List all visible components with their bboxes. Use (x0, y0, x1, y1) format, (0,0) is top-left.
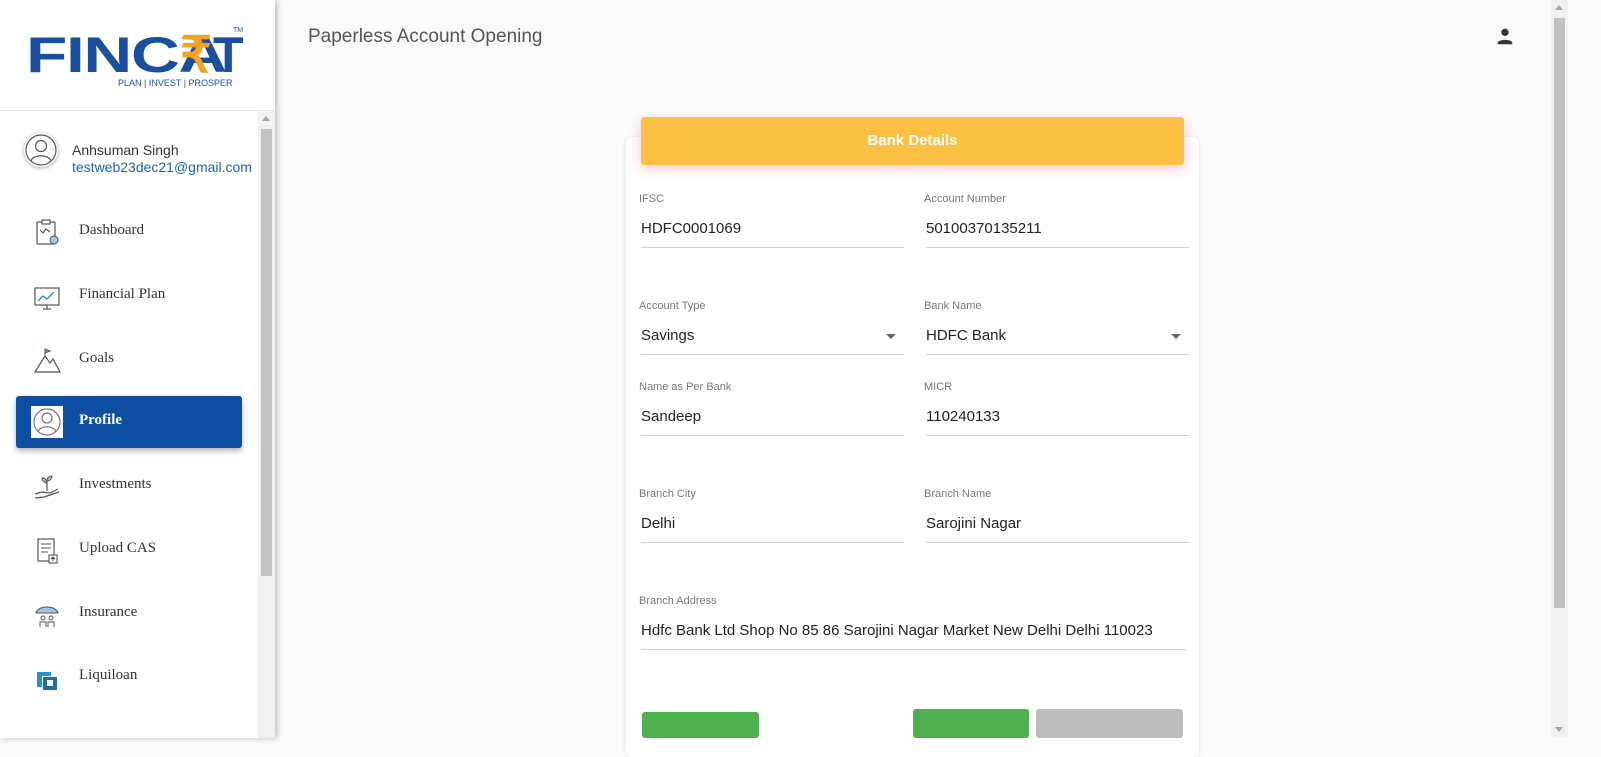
user-name: Anhsuman Singh (72, 142, 179, 158)
field-underline (926, 354, 1189, 355)
document-upload-icon (37, 538, 58, 564)
account-number-label: Account Number (924, 193, 1006, 205)
logo-tagline: PLAN | INVEST | PROSPER (118, 78, 233, 88)
sidebar-scrollbar-thumb[interactable] (261, 129, 272, 576)
nav-label: Insurance (79, 604, 138, 620)
svg-text:TM: TM (233, 27, 243, 34)
mountain-flag-icon (33, 348, 62, 373)
dropdown-caret-icon[interactable] (886, 334, 896, 339)
name-as-per-bank-label: Name as Per Bank (639, 381, 732, 393)
nav-label: Upload CAS (79, 540, 157, 556)
nav-label: Dashboard (79, 222, 144, 238)
nav-label: Liquiloan (79, 667, 138, 683)
avatar[interactable] (24, 133, 58, 167)
bank-details-header: Bank Details (641, 117, 1184, 165)
nav-item-upload-cas[interactable]: Upload CAS (16, 524, 242, 576)
account-number-field[interactable]: Account Number 50100370135211 (924, 193, 1189, 249)
ifsc-value[interactable]: HDFC0001069 (641, 220, 741, 237)
field-underline (926, 435, 1189, 436)
sidebar: FINCA ₹ T PLAN | INVEST | PROSPER TM Anh… (0, 0, 275, 738)
user-email[interactable]: testweb23dec21@gmail.com (72, 159, 252, 175)
liquiloan-icon (37, 672, 57, 690)
branch-address-label: Branch Address (639, 595, 717, 607)
save-button[interactable] (913, 709, 1029, 738)
page-title: Paperless Account Opening (308, 26, 543, 47)
sidebar-scroll-area: Anhsuman Singh testweb23dec21@gmail.com … (0, 111, 258, 738)
ifsc-label: IFSC (639, 193, 665, 205)
nav-item-insurance[interactable]: Insurance (16, 588, 242, 640)
nav-label: Investments (79, 476, 152, 492)
plant-hand-icon (34, 475, 60, 499)
field-underline (641, 435, 904, 436)
back-button[interactable] (642, 712, 759, 738)
bank-name-value[interactable]: HDFC Bank (926, 327, 1006, 344)
micr-value[interactable]: 110240133 (926, 408, 1000, 425)
fincart-logo[interactable]: FINCA ₹ T PLAN | INVEST | PROSPER TM (20, 20, 250, 92)
branch-address-field[interactable]: Branch Address Hdfc Bank Ltd Shop No 85 … (639, 595, 1186, 651)
branch-city-label: Branch City (639, 488, 696, 500)
nav-label: Profile (79, 412, 123, 428)
scroll-up-arrow-icon[interactable] (1555, 5, 1563, 10)
scroll-down-arrow-icon[interactable] (1555, 727, 1563, 732)
field-underline (926, 247, 1189, 248)
user-profile-block: Anhsuman Singh testweb23dec21@gmail.com (24, 133, 264, 193)
nav-label: Financial Plan (79, 286, 166, 302)
user-avatar-icon (25, 134, 57, 166)
svg-text:₹: ₹ (180, 27, 212, 83)
field-underline (641, 542, 904, 543)
nav-item-financial-plan[interactable]: Financial Plan (16, 270, 242, 322)
branch-city-field[interactable]: Branch City Delhi (639, 488, 904, 544)
account-type-value[interactable]: Savings (641, 327, 694, 344)
branch-city-value[interactable]: Delhi (641, 515, 675, 532)
nav-item-goals[interactable]: Goals (16, 334, 242, 386)
bank-name-select[interactable]: Bank Name HDFC Bank (924, 300, 1189, 356)
umbrella-family-icon (35, 606, 59, 627)
account-number-value[interactable]: 50100370135211 (926, 220, 1042, 237)
micr-field[interactable]: MICR 110240133 (924, 381, 1189, 437)
nav-label: Goals (79, 350, 114, 366)
svg-text:T: T (213, 27, 244, 83)
logo-area: FINCA ₹ T PLAN | INVEST | PROSPER TM (0, 0, 275, 111)
field-underline (641, 247, 904, 248)
account-icon[interactable] (1494, 25, 1516, 47)
dashboard-icon (36, 219, 59, 245)
nav-item-dashboard[interactable]: Dashboard (16, 206, 242, 258)
name-as-per-bank-value[interactable]: Sandeep (641, 408, 701, 425)
branch-name-label: Branch Name (924, 488, 992, 500)
dropdown-caret-icon[interactable] (1171, 334, 1181, 339)
field-underline (641, 354, 904, 355)
field-underline (926, 542, 1189, 543)
next-button-disabled[interactable] (1036, 709, 1183, 738)
branch-name-field[interactable]: Branch Name Sarojini Nagar (924, 488, 1189, 544)
branch-address-value[interactable]: Hdfc Bank Ltd Shop No 85 86 Sarojini Nag… (641, 622, 1153, 639)
account-type-select[interactable]: Account Type Savings (639, 300, 904, 356)
field-underline (641, 649, 1186, 650)
micr-label: MICR (924, 381, 953, 393)
ifsc-field[interactable]: IFSC HDFC0001069 (639, 193, 904, 249)
account-type-label: Account Type (639, 300, 706, 312)
page-scrollbar-thumb[interactable] (1554, 18, 1565, 608)
user-icon (31, 406, 63, 438)
name-as-per-bank-field[interactable]: Name as Per Bank Sandeep (639, 381, 904, 437)
nav-item-investments[interactable]: Investments (16, 460, 242, 512)
nav-item-profile[interactable]: Profile (16, 396, 242, 448)
sidebar-scrollbar[interactable] (258, 111, 275, 738)
scroll-up-arrow-icon[interactable] (262, 116, 270, 121)
chart-icon (34, 287, 60, 310)
page-scrollbar[interactable] (1551, 0, 1568, 738)
bank-name-label: Bank Name (924, 300, 982, 312)
branch-name-value[interactable]: Sarojini Nagar (926, 515, 1021, 532)
nav-item-liquiloan[interactable]: Liquiloan (16, 651, 242, 703)
